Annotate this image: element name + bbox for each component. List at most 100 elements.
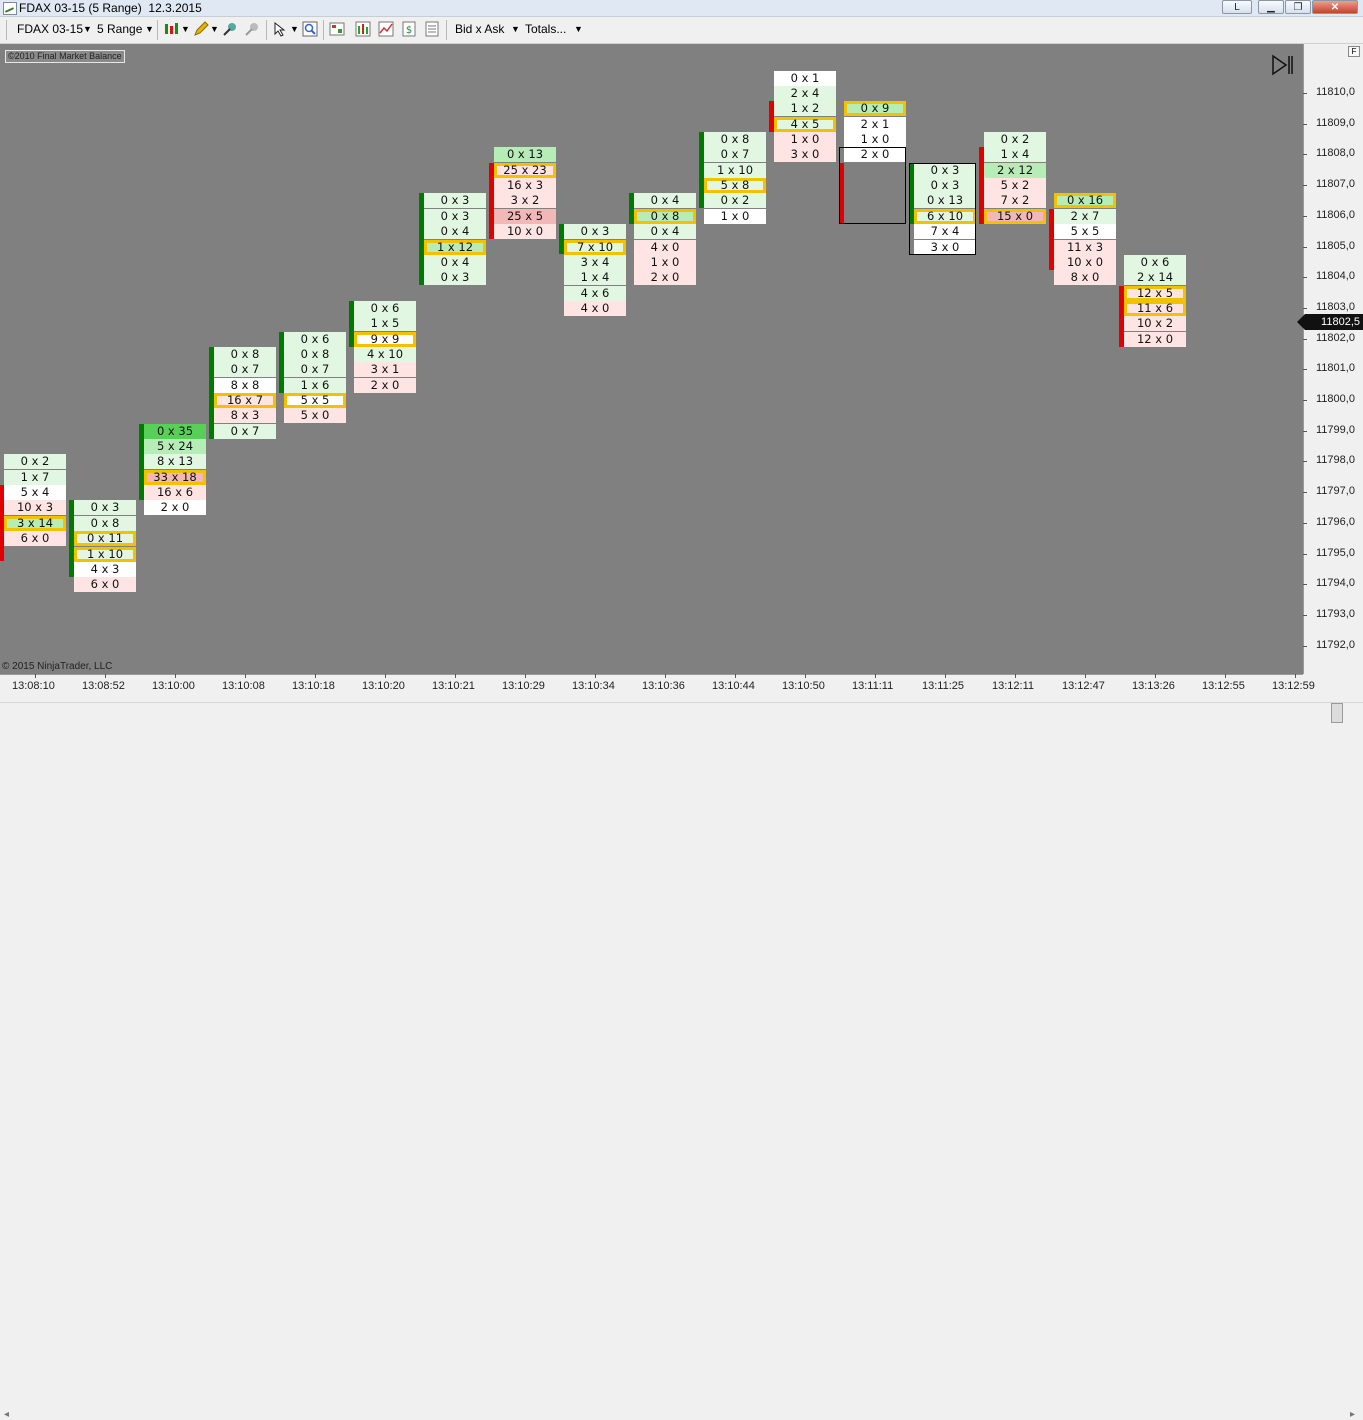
scrollbar-thumb[interactable] [1331,703,1343,723]
chevron-down-icon[interactable]: ▼ [145,24,154,40]
footprint-cell: 12 x 5 [1124,285,1186,301]
time-axis-tick [1225,674,1226,678]
instrument-selector[interactable]: FDAX 03-15 [17,22,83,38]
chart-panel[interactable] [0,44,1303,674]
footprint-cell: 3 x 2 [494,193,556,209]
unpin-icon[interactable] [244,21,260,37]
footprint-cell: 1 x 12 [424,239,486,255]
cursor-icon[interactable] [272,21,288,37]
footprint-cell: 2 x 7 [1054,208,1116,224]
footprint-cell: 2 x 4 [774,86,836,101]
bid-ask-selector[interactable]: Bid x Ask [455,22,504,38]
scroll-right-arrow-icon[interactable]: ▸ [1350,1409,1355,1420]
time-axis-label: 13:08:52 [82,680,125,692]
close-button[interactable]: ✕ [1312,0,1358,14]
footprint-cell: 0 x 7 [704,147,766,163]
footprint-cell: 0 x 3 [424,193,486,209]
time-axis-tick [1295,674,1296,678]
footprint-cell: 8 x 13 [144,454,206,470]
footprint-cell: 5 x 4 [4,485,66,501]
footprint-cell: 0 x 13 [914,193,976,209]
indicators-icon[interactable] [355,21,371,37]
price-axis-tick [1303,154,1307,156]
footprint-cell: 0 x 3 [914,178,976,194]
chevron-down-icon[interactable]: ▼ [290,24,299,40]
chevron-down-icon[interactable]: ▼ [511,24,520,40]
chevron-down-icon[interactable]: ▼ [210,24,219,40]
totals-selector[interactable]: Totals... [525,22,566,38]
footprint-cell: 0 x 8 [634,208,696,224]
footprint-cell: 11 x 6 [1124,300,1186,316]
footprint-cell: 10 x 0 [1054,254,1116,270]
price-axis-label: 11795,0 [1316,546,1355,559]
price-axis-tick [1303,522,1307,524]
footprint-cell: 16 x 6 [144,485,206,501]
scroll-left-arrow-icon[interactable]: ◂ [4,1409,9,1420]
footprint-cell: 1 x 0 [634,254,696,270]
footprint-cell: 0 x 35 [144,423,206,439]
app-icon [3,2,17,15]
scroll-to-end-icon[interactable] [1270,54,1296,76]
period-selector[interactable]: 5 Range [97,22,142,38]
window-titlebar: FDAX 03-15 (5 Range) 12.3.2015 L ▁ ❐ ✕ [0,0,1363,17]
toolbar-divider [446,20,447,40]
footprint-cell: 0 x 13 [494,147,556,163]
footprint-cell: 2 x 0 [354,377,416,393]
panel-toggle-button[interactable]: F [1348,46,1360,57]
price-axis-label: 11802,0 [1316,331,1355,344]
footprint-cell: 2 x 0 [844,147,906,163]
time-axis-tick [175,674,176,678]
time-axis-label: 13:10:36 [642,680,685,692]
toolbar-divider [266,20,267,40]
footprint-cell: 1 x 4 [564,270,626,286]
footprint-cell: 5 x 5 [1054,224,1116,240]
chevron-down-icon[interactable]: ▼ [181,24,190,40]
money-icon[interactable]: $ [401,21,417,37]
chart-style-icon[interactable] [163,21,179,37]
time-axis[interactable]: 13:08:10 13:08:52 13:10:00 13:10:08 13:10:18… [0,674,1315,702]
horizontal-scrollbar[interactable]: ◂ ▸ [0,702,1363,1420]
footprint-cell: 0 x 8 [284,346,346,362]
price-axis-tick [1303,215,1307,217]
price-axis-tick [1303,307,1307,309]
price-axis-label: 11810,0 [1316,86,1355,98]
price-axis-tick [1303,338,1307,340]
maximize-button[interactable]: ❐ [1285,0,1311,14]
time-axis-label: 13:12:55 [1202,680,1245,692]
footprint-cell: 9 x 9 [354,331,416,347]
price-axis-tick [1303,369,1307,371]
strategies-icon[interactable] [378,21,394,37]
footprint-cell: 5 x 8 [704,178,766,194]
footprint-cell: 5 x 2 [984,178,1046,194]
footprint-cell: 6 x 10 [914,208,976,224]
time-axis-label: 13:10:08 [222,680,265,692]
footprint-cell: 15 x 0 [984,208,1046,224]
footprint-cell: 0 x 6 [354,300,416,316]
footprint-cell: 33 x 18 [144,469,206,485]
price-axis[interactable]: 11810,0 11809,0 11808,0 11807,0 11806,0 11805… [1303,44,1363,674]
pencil-icon[interactable] [193,21,209,37]
price-axis-label: 11794,0 [1316,577,1355,590]
chevron-down-icon[interactable]: ▼ [83,24,92,40]
footprint-cell: 0 x 8 [214,346,276,362]
footprint-cell: 0 x 3 [424,270,486,286]
footprint-cell: 0 x 1 [774,70,836,86]
time-axis-tick [595,674,596,678]
footprint-cell: 0 x 2 [704,193,766,209]
pin-icon[interactable] [222,21,238,37]
footprint-cell: 25 x 23 [494,162,556,178]
time-axis-label: 13:10:20 [362,680,405,692]
time-axis-label: 13:10:34 [572,680,615,692]
time-axis-tick [1085,674,1086,678]
footprint-cell: 5 x 24 [144,439,206,455]
restore-lock-button[interactable]: L [1222,0,1252,14]
zoom-icon[interactable] [302,21,318,37]
data-box-icon[interactable] [329,21,345,37]
properties-icon[interactable] [424,21,440,37]
chevron-down-icon[interactable]: ▼ [574,24,583,40]
minimize-button[interactable]: ▁ [1258,0,1284,14]
footprint-cell: 4 x 5 [774,116,836,132]
time-axis-label: 13:10:29 [502,680,545,692]
footprint-cell: 2 x 0 [634,270,696,286]
price-axis-label: 11804,0 [1316,270,1355,283]
